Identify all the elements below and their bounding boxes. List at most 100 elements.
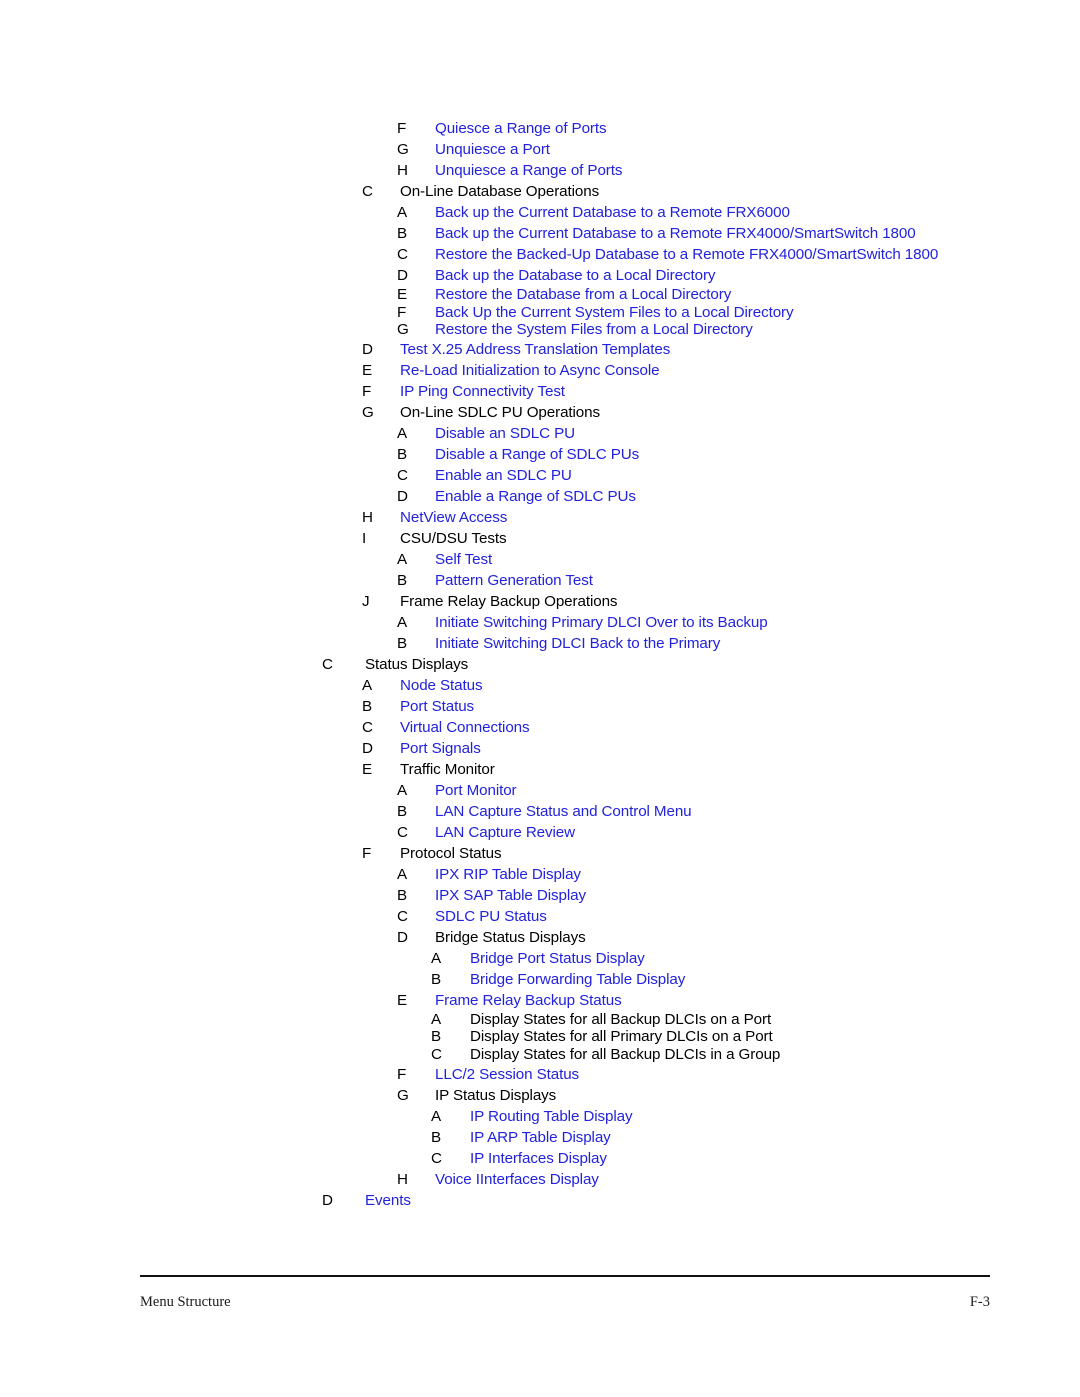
toc-entry-label[interactable]: Port Status — [400, 696, 474, 717]
toc-entry-link[interactable]: B IPX SAP Table Display — [0, 885, 1080, 906]
toc-entry-marker: D — [397, 267, 408, 284]
toc-entry-label[interactable]: Enable a Range of SDLC PUs — [435, 486, 636, 507]
toc-entry-link[interactable]: H Voice IInterfaces Display — [0, 1169, 1080, 1190]
toc-entry-label[interactable]: Frame Relay Backup Status — [435, 990, 622, 1011]
toc-entry-marker: C — [362, 718, 373, 736]
toc-entry-label[interactable]: Unquiesce a Range of Ports — [435, 160, 622, 181]
toc-entry-link[interactable]: A Bridge Port Status Display — [0, 948, 1080, 969]
toc-entry-label[interactable]: Unquiesce a Port — [435, 139, 550, 160]
toc-entry-label[interactable]: Restore the System Files from a Local Di… — [435, 321, 753, 339]
toc-entry-link[interactable]: C IP Interfaces Display — [0, 1148, 1080, 1169]
toc-entry-link[interactable]: B LAN Capture Status and Control Menu — [0, 801, 1080, 822]
toc-entry-label[interactable]: Re-Load Initialization to Async Console — [400, 360, 660, 381]
toc-entry-link[interactable]: A Disable an SDLC PU — [0, 423, 1080, 444]
toc-entry-label[interactable]: Test X.25 Address Translation Templates — [400, 339, 670, 360]
toc-entry-label[interactable]: Self Test — [435, 549, 492, 570]
toc-entry-link[interactable]: C LAN Capture Review — [0, 822, 1080, 843]
toc-entry-label[interactable]: Port Signals — [400, 738, 481, 759]
toc-entry-label[interactable]: Back up the Current Database to a Remote… — [435, 202, 790, 223]
toc-entry-marker: A — [397, 781, 408, 799]
toc-entry-label[interactable]: Back up the Database to a Local Director… — [435, 265, 716, 286]
toc-entry-label[interactable]: Bridge Port Status Display — [470, 948, 645, 969]
toc-entry-label[interactable]: Enable an SDLC PU — [435, 465, 572, 486]
toc-entry-marker: C — [397, 907, 408, 925]
toc-entry-link[interactable]: H Unquiesce a Range of Ports — [0, 160, 1080, 181]
toc-entry-label[interactable]: Restore the Database from a Local Direct… — [435, 286, 731, 304]
toc-entry-link[interactable]: B Port Status — [0, 696, 1080, 717]
toc-entry-marker: G — [397, 321, 409, 339]
toc-entry-link[interactable]: G Unquiesce a Port — [0, 139, 1080, 160]
toc-entry-label[interactable]: IP Ping Connectivity Test — [400, 381, 565, 402]
toc-entry-label[interactable]: LAN Capture Status and Control Menu — [435, 801, 692, 822]
toc-entry-link[interactable]: E Re-Load Initialization to Async Console — [0, 360, 1080, 381]
toc-entry-label[interactable]: IP Interfaces Display — [470, 1148, 607, 1169]
toc-entry-link[interactable]: D Test X.25 Address Translation Templates — [0, 339, 1080, 360]
toc-entry-marker: F — [397, 120, 407, 137]
toc-entry-marker: B — [397, 634, 408, 652]
toc-entry-link[interactable]: C SDLC PU Status — [0, 906, 1080, 927]
toc-entry-link[interactable]: B Pattern Generation Test — [0, 570, 1080, 591]
toc-entry-link[interactable]: F Back Up the Current System Files to a L… — [0, 304, 1080, 322]
toc-entry-marker: E — [362, 361, 373, 379]
toc-entry-marker: A — [397, 865, 408, 883]
toc-entry-label[interactable]: Node Status — [400, 675, 483, 696]
toc-entry-marker: C — [397, 466, 408, 484]
toc-entry-label[interactable]: Initiate Switching DLCI Back to the Prim… — [435, 633, 720, 654]
toc-entry-link[interactable]: A Back up the Current Database to a Remot… — [0, 202, 1080, 223]
toc-entry-label[interactable]: Restore the Backed-Up Database to a Remo… — [435, 244, 938, 265]
toc-entry-marker: G — [397, 1086, 409, 1104]
toc-entry-link[interactable]: A IPX RIP Table Display — [0, 864, 1080, 885]
toc-entry-label[interactable]: Virtual Connections — [400, 717, 530, 738]
toc-entry-label[interactable]: IP ARP Table Display — [470, 1127, 611, 1148]
toc-entry-label: Protocol Status — [400, 844, 502, 862]
toc-entry-link[interactable]: A Initiate Switching Primary DLCI Over to… — [0, 612, 1080, 633]
toc-entry-label[interactable]: Back up the Current Database to a Remote… — [435, 223, 916, 244]
toc-entry-link[interactable]: B Back up the Current Database to a Remot… — [0, 223, 1080, 244]
toc-entry-link[interactable]: D Back up the Database to a Local Directo… — [0, 265, 1080, 286]
toc-entry-label[interactable]: Disable an SDLC PU — [435, 423, 575, 444]
toc-entry-marker: B — [397, 802, 408, 820]
toc-entry-link[interactable]: A IP Routing Table Display — [0, 1106, 1080, 1127]
toc-entry-link[interactable]: F Quiesce a Range of Ports — [0, 118, 1080, 139]
toc-entry-link[interactable]: C Restore the Backed-Up Database to a Rem… — [0, 244, 1080, 265]
toc-entry-label[interactable]: IPX SAP Table Display — [435, 885, 586, 906]
toc-entry-link[interactable]: D Port Signals — [0, 738, 1080, 759]
toc-entry-link[interactable]: D Events — [0, 1190, 1080, 1211]
toc-entry-link[interactable]: B Disable a Range of SDLC PUs — [0, 444, 1080, 465]
toc-entry-label[interactable]: Disable a Range of SDLC PUs — [435, 444, 639, 465]
toc-entry-marker: B — [397, 886, 408, 904]
toc-entry-label[interactable]: IP Routing Table Display — [470, 1106, 633, 1127]
toc-entry-label[interactable]: Bridge Forwarding Table Display — [470, 969, 685, 990]
toc-entry-label[interactable]: Port Monitor — [435, 780, 517, 801]
toc-entry-link[interactable]: B IP ARP Table Display — [0, 1127, 1080, 1148]
toc-entry-marker: H — [397, 162, 408, 179]
toc-entry-link[interactable]: A Node Status — [0, 675, 1080, 696]
toc-entry-label[interactable]: Initiate Switching Primary DLCI Over to … — [435, 612, 768, 633]
toc-entry-link[interactable]: G Restore the System Files from a Local D… — [0, 321, 1080, 339]
toc-entry-link[interactable]: B Bridge Forwarding Table Display — [0, 969, 1080, 990]
toc-entry-label[interactable]: IPX RIP Table Display — [435, 864, 581, 885]
toc-entry-link[interactable]: F IP Ping Connectivity Test — [0, 381, 1080, 402]
toc-entry-link[interactable]: E Restore the Database from a Local Direc… — [0, 286, 1080, 304]
toc-entry-marker: G — [362, 403, 374, 421]
toc-entry-label[interactable]: LLC/2 Session Status — [435, 1064, 579, 1085]
toc-entry-link[interactable]: C Virtual Connections — [0, 717, 1080, 738]
toc-entry-link[interactable]: B Initiate Switching DLCI Back to the Pri… — [0, 633, 1080, 654]
toc-entry-link[interactable]: D Enable a Range of SDLC PUs — [0, 486, 1080, 507]
toc-entry-link[interactable]: F LLC/2 Session Status — [0, 1064, 1080, 1085]
toc-entry-label[interactable]: Back Up the Current System Files to a Lo… — [435, 304, 794, 322]
toc-entry-label[interactable]: Quiesce a Range of Ports — [435, 118, 607, 139]
toc-entry-label[interactable]: LAN Capture Review — [435, 822, 575, 843]
toc-entry-marker: A — [397, 424, 408, 442]
toc-entry-marker: A — [431, 949, 442, 967]
toc-entry-link[interactable]: C Enable an SDLC PU — [0, 465, 1080, 486]
toc-entry-link[interactable]: H NetView Access — [0, 507, 1080, 528]
toc-entry-link[interactable]: E Frame Relay Backup Status — [0, 990, 1080, 1011]
toc-entry-label[interactable]: NetView Access — [400, 507, 507, 528]
toc-entry-link[interactable]: A Port Monitor — [0, 780, 1080, 801]
toc-entry-label[interactable]: SDLC PU Status — [435, 906, 547, 927]
toc-entry-label[interactable]: Events — [365, 1190, 411, 1211]
toc-entry-link[interactable]: A Self Test — [0, 549, 1080, 570]
toc-entry-label[interactable]: Pattern Generation Test — [435, 570, 593, 591]
toc-entry-label[interactable]: Voice IInterfaces Display — [435, 1169, 599, 1190]
